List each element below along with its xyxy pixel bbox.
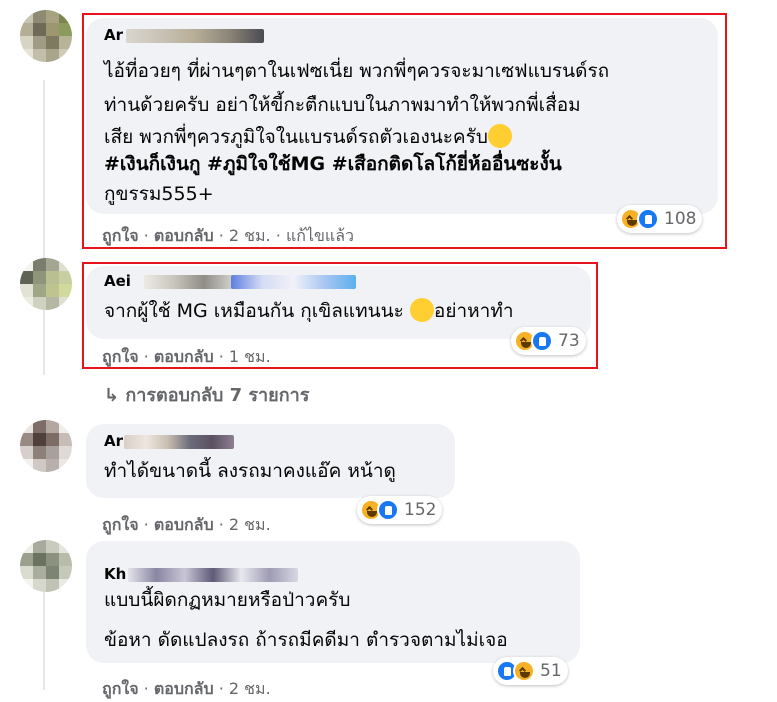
like-reaction-icon [377, 499, 399, 521]
view-replies-link[interactable]: ↳ การตอบกลับ 7 รายการ [104, 380, 309, 409]
reaction-count: 51 [540, 661, 562, 681]
timestamp[interactable]: · 2 ชม. [219, 679, 271, 698]
reaction-summary[interactable]: 51 [493, 657, 568, 685]
avatar[interactable] [20, 420, 72, 472]
highlight-box [82, 262, 598, 369]
like-button[interactable]: ถูกใจ [102, 515, 139, 534]
like-button[interactable]: ถูกใจ [102, 679, 139, 698]
comment-text-line: ข้อหา ดัดแปลงรถ ถ้ารถมีคดีมา ตำรวจตามไม่… [104, 629, 508, 651]
comment-bubble: Kh แบบนี้ผิดกฏหมายหรือป่าวครับ ข้อหา ดัด… [86, 541, 580, 663]
reply-arrow-icon: ↳ [104, 385, 120, 406]
avatar[interactable] [20, 10, 72, 62]
redacted-name [124, 435, 234, 449]
replies-label: การตอบกลับ 7 รายการ [125, 385, 310, 406]
avatar[interactable] [20, 540, 72, 592]
comment-actions: ถูกใจ · ตอบกลับ · 2 ชม. [102, 679, 271, 698]
comment-author[interactable]: Ar [104, 432, 123, 450]
comment-text-line: ทำได้ขนาดนี้ ลงรถมาคงแอ๊ค หน้าดู [104, 460, 396, 482]
comment-bubble: Ar ทำได้ขนาดนี้ ลงรถมาคงแอ๊ค หน้าดู [86, 424, 455, 498]
reaction-count: 152 [404, 500, 437, 520]
avatar[interactable] [20, 258, 72, 310]
comment-actions: ถูกใจ · ตอบกลับ · 2 ชม. [102, 515, 271, 534]
highlight-box [82, 13, 727, 249]
reply-button[interactable]: ตอบกลับ [154, 515, 214, 534]
thread-connector [43, 80, 45, 375]
haha-reaction-icon [513, 660, 535, 682]
reaction-summary[interactable]: 152 [357, 496, 443, 524]
redacted-name [128, 568, 298, 582]
thread-connector-lower [43, 580, 45, 690]
reply-button[interactable]: ตอบกลับ [154, 679, 214, 698]
timestamp[interactable]: · 2 ชม. [219, 515, 271, 534]
comment-text-line: แบบนี้ผิดกฏหมายหรือป่าวครับ [104, 589, 351, 611]
